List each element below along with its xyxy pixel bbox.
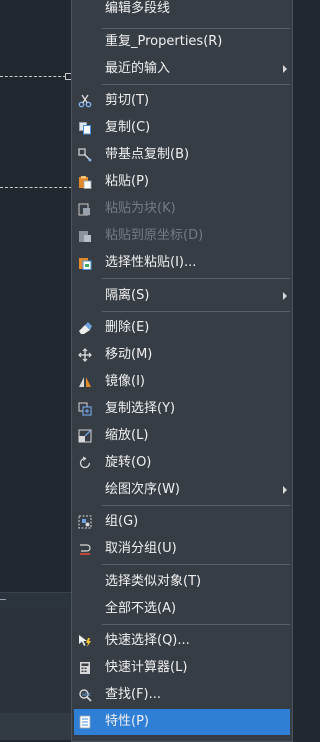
- svg-text:abc: abc: [82, 692, 91, 698]
- menu-item-repeat-properties[interactable]: 重复_Properties(R): [74, 29, 290, 55]
- menu-item-label: 特性(P): [105, 714, 149, 729]
- mirror-icon: [79, 377, 91, 387]
- paste-icon: [79, 176, 92, 189]
- copy-selection-icon: [78, 402, 92, 416]
- scissors-icon: [78, 94, 92, 108]
- menu-item-label: 重复_Properties(R): [105, 34, 223, 49]
- menu-item-edit-polyline[interactable]: 编辑多段线: [74, 0, 290, 22]
- menu-item-select-similar[interactable]: 选择类似对象(T): [74, 569, 290, 595]
- dashed-polyline-segment[interactable]: [0, 187, 72, 188]
- context-menu: 编辑多段线 重复_Properties(R) 最近的输入 剪切(T) 复制(C)…: [71, 0, 293, 742]
- menu-item-move[interactable]: 移动(M): [74, 342, 290, 368]
- submenu-arrow-icon: [283, 292, 287, 300]
- menu-item-label: 最近的输入: [105, 61, 171, 76]
- menu-item-copy[interactable]: 复制(C): [74, 115, 290, 141]
- menu-item-label: 全部不选(A): [105, 601, 177, 616]
- menu-item-label: 缩放(L): [105, 428, 149, 443]
- paste-special-icon: [79, 258, 92, 270]
- menu-item-paste[interactable]: 粘贴(P): [74, 169, 290, 195]
- menu-item-paste-as-block[interactable]: 粘贴为块(K): [74, 196, 290, 222]
- menu-item-label: 快速选择(Q)...: [105, 633, 190, 648]
- menu-item-draw-order[interactable]: 绘图次序(W): [74, 477, 290, 503]
- quick-select-icon: [79, 635, 91, 647]
- menu-item-label: 复制选择(Y): [105, 401, 176, 416]
- menu-item-label: 选择性粘贴(I)...: [105, 255, 197, 270]
- dashed-polyline-segment[interactable]: [0, 76, 66, 77]
- menu-item-label: 选择类似对象(T): [105, 574, 202, 589]
- move-icon: [78, 348, 92, 362]
- menu-item-rotate[interactable]: 旋转(O): [74, 450, 290, 476]
- menu-item-label: 隔离(S): [105, 288, 150, 303]
- submenu-arrow-icon: [283, 486, 287, 494]
- eraser-icon: [79, 322, 92, 334]
- menu-item-properties[interactable]: 特性(P): [74, 709, 290, 735]
- calculator-icon: [80, 662, 90, 674]
- menu-item-label: 粘贴(P): [105, 174, 149, 189]
- menu-item-find[interactable]: abc 查找(F)...: [74, 682, 290, 708]
- menu-item-label: 镜像(I): [105, 374, 145, 389]
- copy-base-point-icon: [78, 148, 92, 162]
- ungroup-icon: [80, 544, 91, 555]
- menu-item-label: 编辑多段线: [105, 1, 171, 16]
- menu-item-quick-select[interactable]: 快速选择(Q)...: [74, 628, 290, 654]
- paste-block-icon: [78, 203, 90, 216]
- menu-item-quickcalc[interactable]: 快速计算器(L): [74, 655, 290, 681]
- menu-item-label: 旋转(O): [105, 455, 152, 470]
- menu-item-label: 粘贴为块(K): [105, 201, 176, 216]
- menu-item-ungroup[interactable]: 取消分组(U): [74, 536, 290, 562]
- paste-original-icon: [79, 231, 91, 242]
- menu-item-copy-with-base-point[interactable]: 带基点复制(B): [74, 142, 290, 168]
- menu-separator: [102, 84, 290, 85]
- menu-item-label: 组(G): [105, 514, 139, 529]
- tab-dash-mark: [0, 599, 6, 600]
- menu-item-paste-to-original-coords[interactable]: 粘贴到原坐标(D): [74, 223, 290, 249]
- menu-item-label: 删除(E): [105, 320, 150, 335]
- menu-separator: [102, 624, 290, 625]
- menu-item-label: 快速计算器(L): [105, 660, 188, 675]
- scale-icon: [78, 429, 92, 443]
- menu-separator: [102, 311, 290, 312]
- menu-item-paste-special[interactable]: 选择性粘贴(I)...: [74, 250, 290, 276]
- rotate-icon: [79, 456, 91, 469]
- copy-icon: [79, 122, 91, 135]
- menu-item-cut[interactable]: 剪切(T): [74, 88, 290, 114]
- menu-separator: [102, 278, 290, 279]
- menu-separator: [102, 564, 290, 565]
- menu-separator: [102, 505, 290, 506]
- menu-item-label: 查找(F)...: [105, 687, 162, 702]
- menu-item-deselect-all[interactable]: 全部不选(A): [74, 596, 290, 622]
- menu-item-recent-input[interactable]: 最近的输入: [74, 56, 290, 82]
- menu-item-label: 粘贴到原坐标(D): [105, 228, 204, 243]
- menu-item-isolate[interactable]: 隔离(S): [74, 283, 290, 309]
- menu-item-group[interactable]: 组(G): [74, 509, 290, 535]
- layout-tab-strip: [0, 592, 72, 609]
- find-icon: abc: [79, 689, 92, 702]
- menu-item-label: 复制(C): [105, 120, 151, 135]
- menu-item-label: 取消分组(U): [105, 541, 177, 556]
- menu-item-scale[interactable]: 缩放(L): [74, 423, 290, 449]
- menu-item-erase[interactable]: 删除(E): [74, 315, 290, 341]
- menu-item-mirror[interactable]: 镜像(I): [74, 369, 290, 395]
- command-line[interactable]: [0, 713, 72, 740]
- menu-item-copy-selection[interactable]: 复制选择(Y): [74, 396, 290, 422]
- menu-item-label: 移动(M): [105, 347, 153, 362]
- properties-icon: [79, 715, 91, 729]
- group-icon: [78, 515, 92, 529]
- menu-item-label: 绘图次序(W): [105, 482, 180, 497]
- submenu-arrow-icon: [283, 65, 287, 73]
- menu-item-label: 带基点复制(B): [105, 147, 190, 162]
- menu-item-label: 剪切(T): [105, 93, 150, 108]
